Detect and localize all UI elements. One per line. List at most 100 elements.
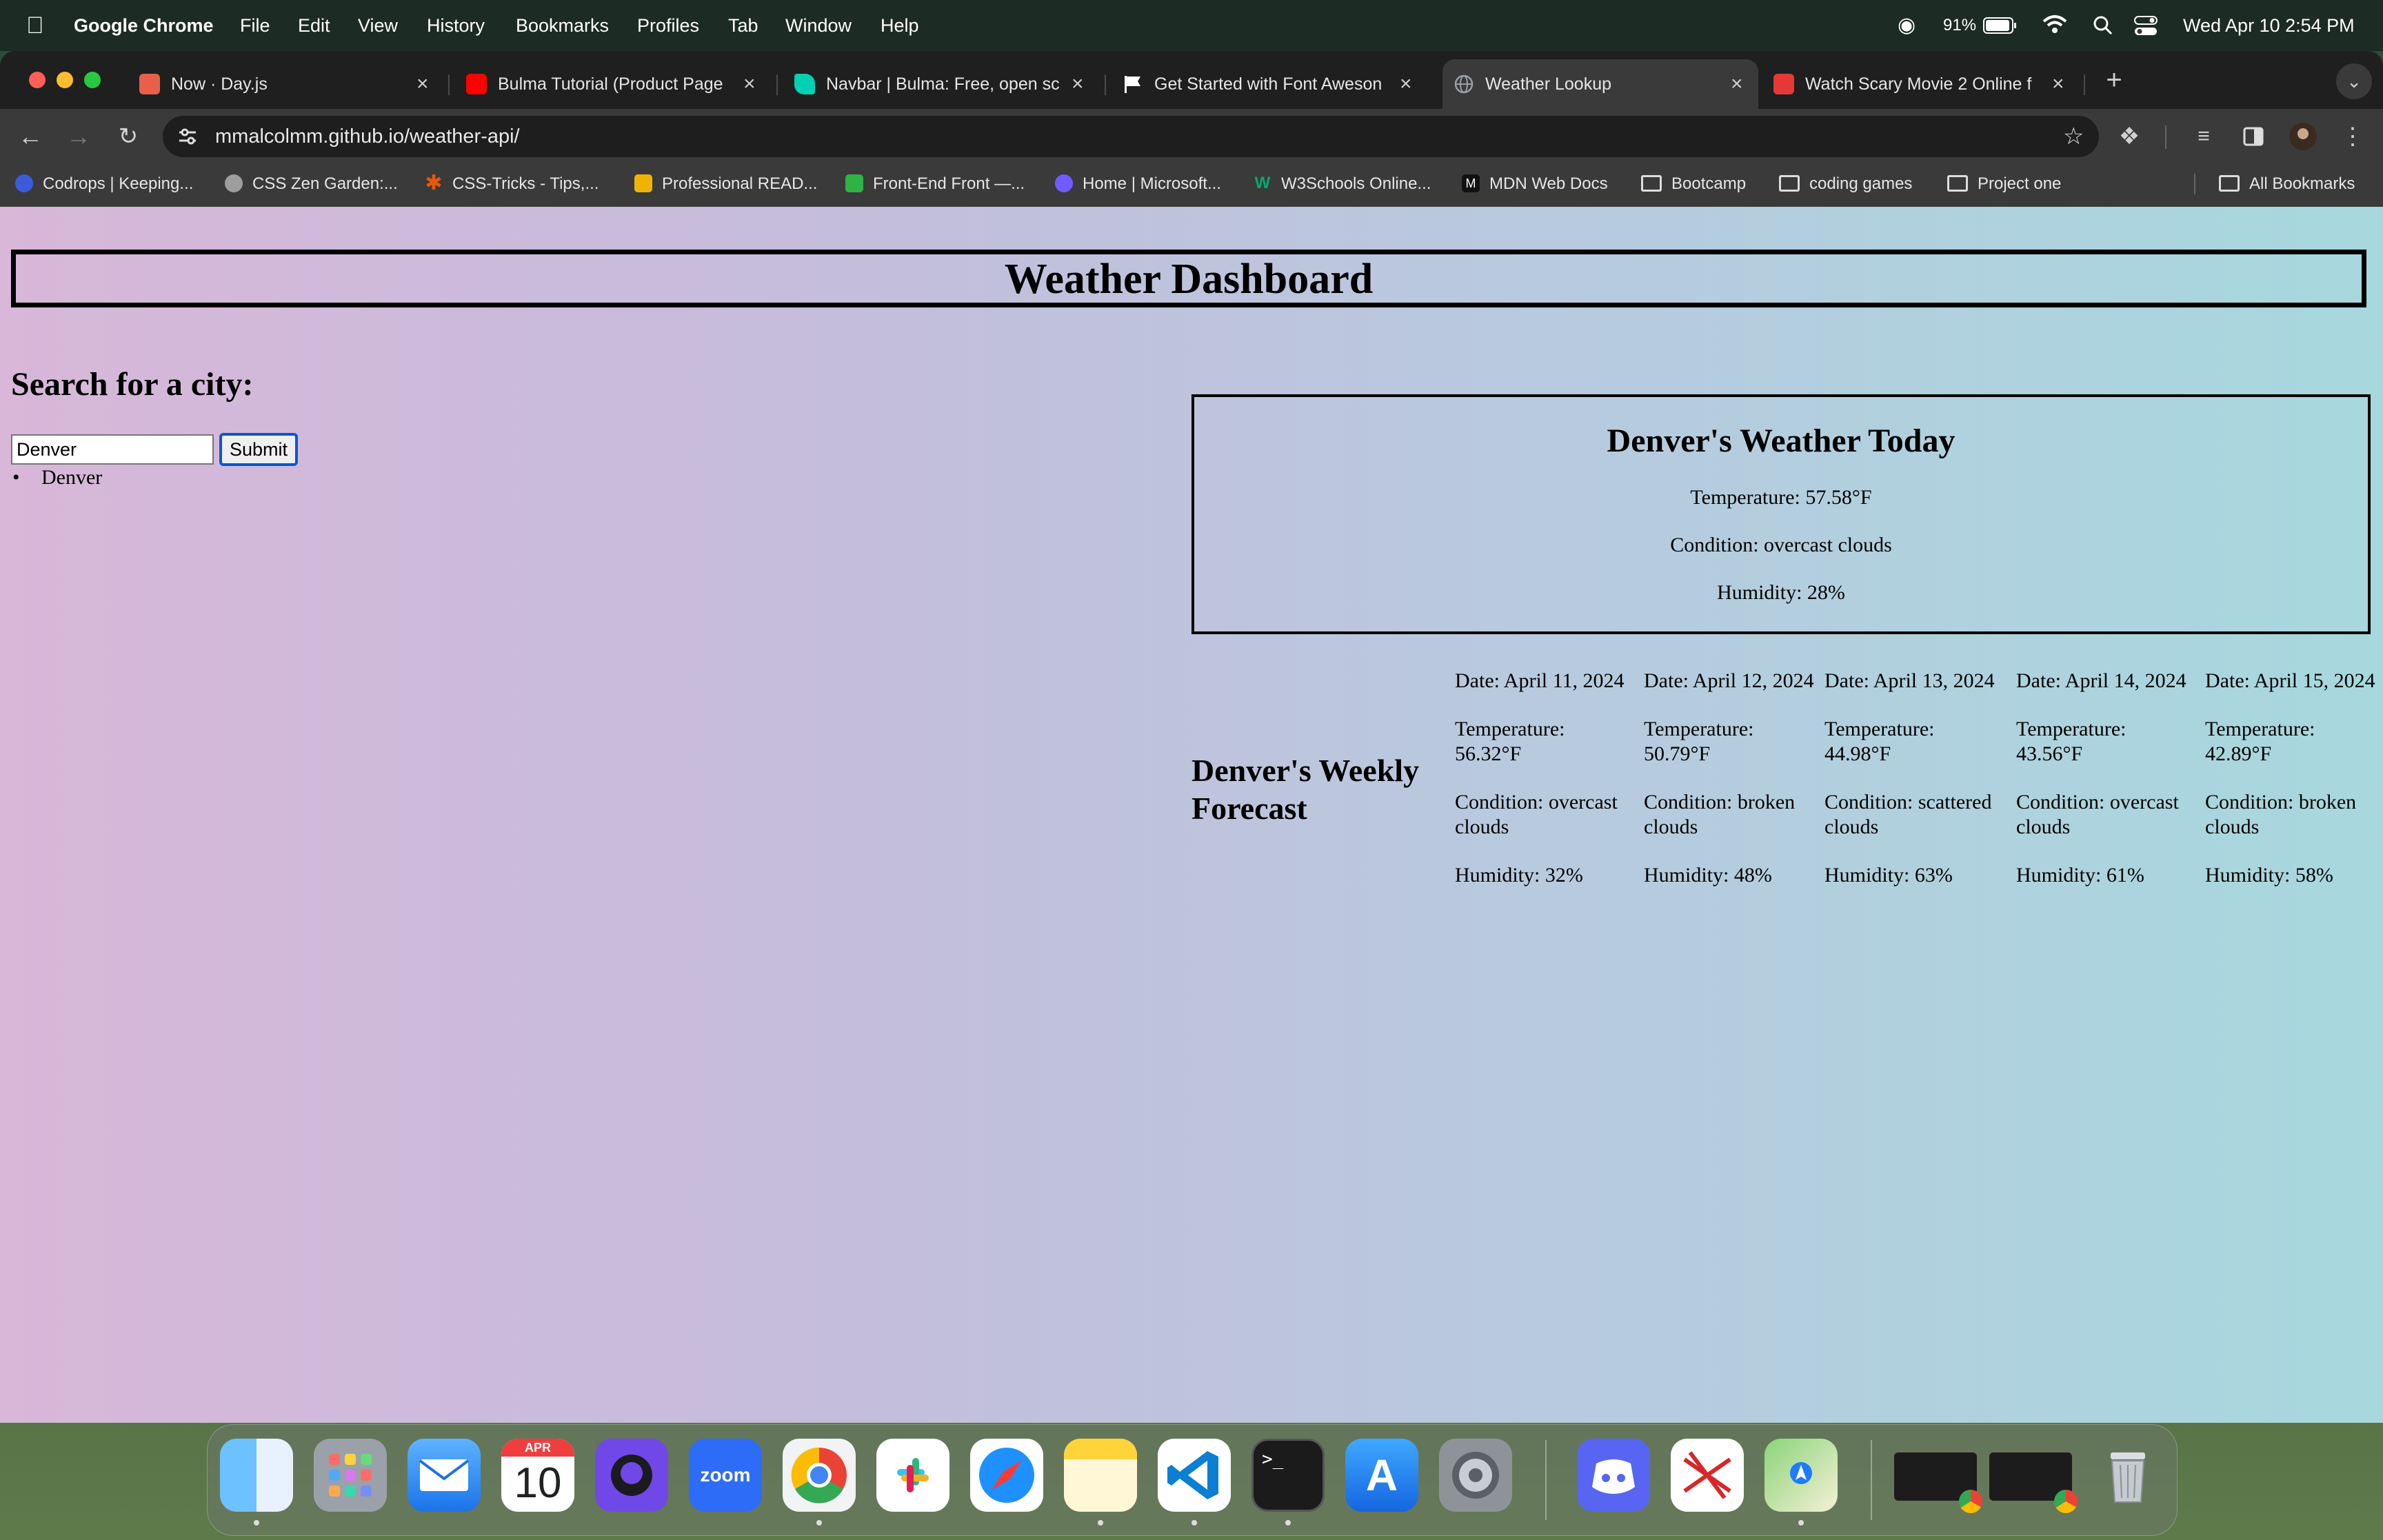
vscode-icon[interactable] <box>1158 1439 1231 1512</box>
bookmark-front-end-front[interactable]: Front-End Front —... <box>845 164 1025 204</box>
battery-icon[interactable] <box>1983 0 2018 51</box>
folder-icon <box>1947 174 1968 192</box>
minimize-window-button[interactable] <box>57 72 73 88</box>
forecast-condition: Condition: overcast clouds <box>2016 791 2179 838</box>
safari-icon[interactable] <box>970 1439 1043 1512</box>
weekly-forecast-heading: Denver's Weekly Forecast <box>1192 753 1420 826</box>
bookmark-folder-project-one[interactable]: Project one <box>1947 164 2061 204</box>
chrome-badge-icon <box>2054 1490 2078 1513</box>
slack-icon[interactable] <box>876 1439 949 1512</box>
bookmark-folder-bootcamp[interactable]: Bootcamp <box>1641 164 1746 204</box>
chrome-icon[interactable] <box>783 1439 856 1512</box>
bookmark-label: Professional READ... <box>662 174 818 193</box>
address-bar[interactable]: mmalcolmm.github.io/weather-api/ ☆ <box>163 116 2099 157</box>
maps-icon[interactable] <box>1764 1439 1838 1512</box>
folder-icon <box>2219 174 2240 192</box>
menu-window[interactable]: Window <box>785 0 852 51</box>
bookmark-css-tricks[interactable]: ✱ CSS-Tricks - Tips,... <box>425 164 599 204</box>
terminal-icon[interactable]: >_ <box>1251 1439 1325 1512</box>
screen-record-icon[interactable]: ◉ <box>1898 0 1916 51</box>
reload-icon[interactable]: ↻ <box>112 120 145 153</box>
app-store-icon[interactable]: A <box>1345 1439 1418 1512</box>
profile-avatar[interactable] <box>2286 120 2320 153</box>
bookmark-codrops[interactable]: Codrops | Keeping... <box>15 164 193 204</box>
back-arrow-icon[interactable]: ← <box>14 120 47 153</box>
notes-icon[interactable] <box>1064 1439 1137 1512</box>
dock-separator <box>1871 1440 1872 1520</box>
apple-icon[interactable]:  <box>26 0 44 51</box>
tab-font-awesome[interactable]: Get Started with Font Aweson × <box>1112 59 1427 109</box>
running-indicator <box>1285 1520 1291 1526</box>
bookmark-label: CSS-Tricks - Tips,... <box>452 174 599 193</box>
tab-title: Weather Lookup <box>1485 74 1611 94</box>
menu-view[interactable]: View <box>358 0 398 51</box>
menu-help[interactable]: Help <box>881 0 919 51</box>
tab-bulma-tutorial[interactable]: Bulma Tutorial (Product Page × <box>455 59 771 109</box>
zoom-icon[interactable]: zoom <box>689 1439 762 1512</box>
zoom-window-button[interactable] <box>84 72 101 88</box>
side-panel-icon[interactable] <box>2237 120 2270 153</box>
history-item[interactable]: • Denver <box>11 463 102 492</box>
menu-tab[interactable]: Tab <box>728 0 758 51</box>
bookmark-label: All Bookmarks <box>2249 174 2355 193</box>
forecast-day: Date: April 13, 2024 Temperature: 44.98°… <box>1824 669 1997 911</box>
tab-close-icon[interactable]: × <box>1072 59 1084 109</box>
mail-icon[interactable] <box>408 1439 481 1512</box>
menu-bookmarks[interactable]: Bookmarks <box>516 0 609 51</box>
bullet-icon: • <box>12 466 20 489</box>
tab-weather-lookup[interactable]: Weather Lookup × <box>1442 59 1758 109</box>
calendar-icon[interactable]: APR 10 <box>501 1439 574 1512</box>
tab-close-icon[interactable]: × <box>2052 59 2064 109</box>
system-settings-icon[interactable] <box>1439 1439 1512 1512</box>
tab-close-icon[interactable]: × <box>1731 59 1743 109</box>
bookmark-w3schools[interactable]: W W3Schools Online... <box>1254 164 1431 204</box>
tab-close-icon[interactable]: × <box>1400 59 1412 109</box>
menu-app-name[interactable]: Google Chrome <box>74 0 214 51</box>
bookmark-folder-coding-games[interactable]: coding games <box>1779 164 1912 204</box>
city-search-input[interactable] <box>11 434 214 465</box>
control-center-icon[interactable] <box>2133 0 2158 51</box>
new-tab-button[interactable]: + <box>2098 63 2131 97</box>
close-window-button[interactable] <box>29 72 46 88</box>
menu-history[interactable]: History <box>427 0 485 51</box>
xmind-icon[interactable] <box>1671 1439 1744 1512</box>
tab-strip: Now · Day.js × Bulma Tutorial (Product P… <box>0 51 2383 109</box>
all-bookmarks-button[interactable]: All Bookmarks <box>2219 164 2355 204</box>
menu-edit[interactable]: Edit <box>298 0 330 51</box>
tab-close-icon[interactable]: × <box>416 59 429 109</box>
forecast-condition: Condition: overcast clouds <box>1455 791 1618 838</box>
readme-icon <box>634 174 652 192</box>
menu-file[interactable]: File <box>240 0 270 51</box>
url-text[interactable]: mmalcolmm.github.io/weather-api/ <box>215 116 520 157</box>
forward-arrow-icon[interactable]: → <box>62 120 95 153</box>
mdn-icon: M <box>1462 174 1480 192</box>
launchpad-icon[interactable] <box>314 1439 387 1512</box>
tab-scary-movie[interactable]: Watch Scary Movie 2 Online f × <box>1762 59 2080 109</box>
bookmark-star-icon[interactable]: ☆ <box>2063 116 2084 157</box>
spotlight-search-icon[interactable] <box>2092 0 2114 51</box>
trash-icon[interactable] <box>2091 1439 2164 1512</box>
bookmark-mdn[interactable]: M MDN Web Docs <box>1462 164 1608 204</box>
reading-list-icon[interactable]: ≡ <box>2187 120 2220 153</box>
discord-icon[interactable] <box>1577 1439 1650 1512</box>
bookmark-professional-readme[interactable]: Professional READ... <box>634 164 817 204</box>
menu-profiles[interactable]: Profiles <box>637 0 699 51</box>
bookmark-css-zen-garden[interactable]: CSS Zen Garden:... <box>225 164 398 204</box>
tab-bulma-navbar[interactable]: Navbar | Bulma: Free, open sc × <box>783 59 1099 109</box>
css-tricks-icon: ✱ <box>425 171 443 194</box>
menu-clock[interactable]: Wed Apr 10 2:54 PM <box>2183 0 2355 51</box>
site-settings-icon[interactable] <box>177 125 199 153</box>
submit-button[interactable]: Submit <box>219 433 298 466</box>
forecast-temperature: Temperature: 50.79°F <box>1644 718 1754 765</box>
wifi-icon[interactable] <box>2041 0 2069 51</box>
bookmark-microsoft[interactable]: Home | Microsoft... <box>1055 164 1221 204</box>
tab-dayjs[interactable]: Now · Day.js × <box>128 59 443 109</box>
tab-close-icon[interactable]: × <box>743 59 756 109</box>
bookmark-label: Project one <box>1978 174 2062 193</box>
more-menu-icon[interactable]: ⋮ <box>2336 120 2369 153</box>
finder-icon[interactable] <box>220 1439 293 1512</box>
tab-separator <box>776 74 778 95</box>
extensions-icon[interactable]: ❖ <box>2113 120 2146 153</box>
github-desktop-icon[interactable] <box>595 1439 668 1512</box>
tab-search-chevron-icon[interactable]: ⌄ <box>2336 63 2372 99</box>
